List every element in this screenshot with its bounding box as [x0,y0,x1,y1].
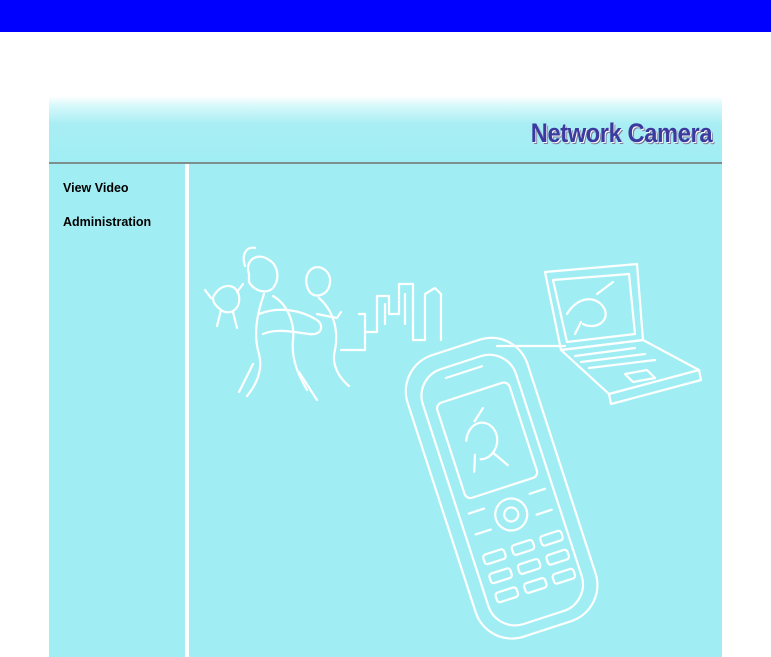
nav-administration-link[interactable]: Administration [63,215,151,229]
top-bar [0,0,771,32]
city-skyline [339,282,443,352]
main-content [189,164,722,657]
header-banner: Network Camera [49,96,722,162]
laptop-sketch [543,262,703,406]
illustration [203,246,703,640]
people-sketch [203,246,351,402]
camera-web-frame: Network Camera View Video Administration [49,96,722,657]
sidebar-nav: View Video Administration [49,164,185,657]
nav-view-video-link[interactable]: View Video [63,181,129,195]
brand-title: Network Camera [530,118,713,148]
mobile-phone-sketch [404,336,599,640]
